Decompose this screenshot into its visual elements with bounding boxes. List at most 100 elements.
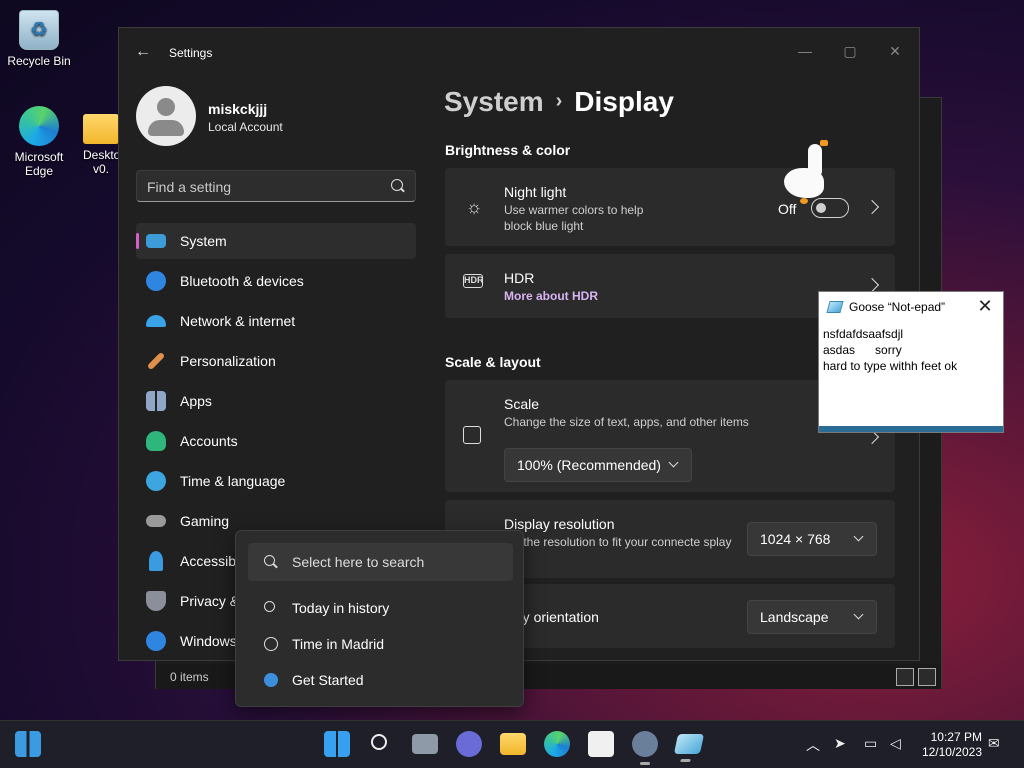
breadcrumb-separator: › bbox=[555, 90, 563, 112]
desktop-icon-edge[interactable]: Microsoft Edge bbox=[3, 106, 75, 178]
account-type: Local Account bbox=[208, 120, 283, 134]
desktop-icon-label: Microsoft Edge bbox=[14, 150, 64, 178]
orientation-dropdown[interactable]: Landscape bbox=[747, 600, 877, 634]
search-icon[interactable] bbox=[368, 731, 394, 757]
section-brightness-color: Brightness & color bbox=[445, 142, 571, 158]
brush-icon bbox=[146, 351, 166, 371]
edge-icon[interactable] bbox=[544, 731, 570, 757]
scale-icon bbox=[463, 426, 481, 444]
minimize-button[interactable]: — bbox=[790, 36, 820, 66]
search-icon bbox=[264, 555, 275, 566]
clock-date: 12/10/2023 bbox=[921, 745, 982, 759]
notepad-icon bbox=[826, 301, 844, 313]
edge-icon bbox=[19, 106, 59, 146]
window-title: Settings bbox=[169, 46, 213, 60]
wifi-icon bbox=[146, 315, 166, 327]
avatar[interactable] bbox=[136, 86, 196, 146]
close-icon[interactable]: ✕ bbox=[975, 296, 995, 316]
chat-icon[interactable] bbox=[456, 731, 482, 757]
taskbar: ︿ ➤ ▭ ◁ 10:27 PM 12/10/2023 ✉ bbox=[0, 720, 1024, 768]
close-button[interactable]: ✕ bbox=[880, 36, 910, 66]
search-input[interactable] bbox=[147, 177, 377, 197]
popup-item-today-history[interactable]: Today in history bbox=[248, 593, 513, 623]
title-bar: ← Settings — ▢ ✕ bbox=[119, 28, 919, 76]
widgets-icon[interactable] bbox=[15, 731, 41, 757]
notifications-icon[interactable]: ✉ bbox=[988, 735, 1000, 752]
back-arrow-icon[interactable]: ← bbox=[135, 43, 153, 61]
sidebar-item-label: Gaming bbox=[180, 513, 230, 529]
clock-time: 10:27 PM bbox=[930, 730, 982, 744]
breadcrumb: System › Display bbox=[444, 86, 674, 118]
details-view-button[interactable] bbox=[896, 668, 914, 686]
desktop-icon-label: Deskto v0. bbox=[83, 148, 121, 176]
folder-icon bbox=[83, 114, 119, 144]
store-icon[interactable] bbox=[588, 731, 614, 757]
settings-gear-icon[interactable] bbox=[632, 731, 658, 765]
goose-foot bbox=[800, 198, 808, 204]
notepad-text[interactable]: nsfdafdsaafsdjl asdas sorry hard to type… bbox=[823, 326, 957, 374]
sidebar-item-label: Time & language bbox=[180, 473, 286, 489]
desktop-icon-recycle-bin[interactable]: Recycle Bin bbox=[3, 10, 75, 68]
resolution-dropdown[interactable]: 1024 × 768 bbox=[747, 522, 877, 556]
bluetooth-icon bbox=[146, 271, 166, 291]
sidebar-item-label: System bbox=[180, 233, 227, 249]
file-explorer-icon[interactable] bbox=[500, 733, 526, 755]
notepad-icon[interactable] bbox=[673, 734, 705, 754]
scale-dropdown[interactable]: 100% (Recommended) bbox=[504, 448, 692, 482]
sidebar-item-label: Accounts bbox=[180, 433, 238, 449]
widget-search-popup: Select here to search Today in history T… bbox=[235, 530, 524, 707]
hdr-title: HDR bbox=[504, 270, 535, 286]
night-light-desc: Use warmer colors to help block blue lig… bbox=[504, 203, 644, 233]
desktop-goose[interactable] bbox=[784, 138, 830, 204]
sidebar-item-apps[interactable]: Apps bbox=[136, 383, 416, 419]
network-icon[interactable]: ▭ bbox=[864, 735, 877, 752]
breadcrumb-parent[interactable]: System bbox=[444, 86, 544, 117]
shield-icon bbox=[146, 591, 166, 611]
accounts-icon bbox=[146, 431, 166, 451]
sidebar-item-label: Network & internet bbox=[180, 313, 296, 329]
notepad-bottom-bar bbox=[819, 426, 1003, 432]
chevron-down-icon bbox=[668, 457, 679, 468]
task-view-icon[interactable] bbox=[412, 734, 438, 754]
page-title: Display bbox=[574, 86, 674, 117]
sidebar-item-personalization[interactable]: Personalization bbox=[136, 343, 416, 379]
scale-value: 100% (Recommended) bbox=[517, 457, 661, 473]
controller-icon bbox=[146, 515, 166, 527]
find-setting-search[interactable] bbox=[136, 170, 416, 202]
sidebar-item-label: Apps bbox=[180, 393, 212, 409]
sidebar-item-label: Bluetooth & devices bbox=[180, 273, 304, 289]
brightness-icon: ☼ bbox=[465, 197, 483, 217]
resolution-desc: ust the resolution to fit your connecte … bbox=[504, 535, 732, 549]
search-icon[interactable] bbox=[391, 179, 403, 191]
sidebar-item-label: Privacy & bbox=[180, 593, 240, 609]
maximize-button[interactable]: ▢ bbox=[835, 36, 865, 66]
notepad-title-bar[interactable]: Goose “Not-epad” ✕ bbox=[819, 292, 1003, 322]
sidebar-item-label: Windows bbox=[180, 633, 237, 649]
sidebar-item-bluetooth[interactable]: Bluetooth & devices bbox=[136, 263, 416, 299]
volume-muted-icon[interactable]: ◁ bbox=[890, 735, 901, 752]
send-icon[interactable]: ➤ bbox=[834, 735, 846, 752]
popup-search-box[interactable]: Select here to search bbox=[248, 543, 513, 581]
popup-item-label: Today in history bbox=[292, 600, 390, 616]
sidebar-item-accounts[interactable]: Accounts bbox=[136, 423, 416, 459]
apps-icon bbox=[146, 391, 166, 411]
system-icon bbox=[146, 234, 166, 248]
chevron-up-icon[interactable]: ︿ bbox=[806, 735, 820, 755]
sidebar-item-system[interactable]: System bbox=[136, 223, 416, 259]
goose-notepad-window[interactable]: Goose “Not-epad” ✕ nsfdafdsaafsdjl asdas… bbox=[818, 291, 1004, 433]
items-count: 0 items bbox=[170, 670, 209, 684]
night-light-title: Night light bbox=[504, 184, 567, 200]
start-icon[interactable] bbox=[324, 731, 350, 757]
scale-title: Scale bbox=[504, 396, 540, 412]
accessibility-icon bbox=[149, 551, 163, 571]
sidebar-item-network[interactable]: Network & internet bbox=[136, 303, 416, 339]
popup-item-get-started[interactable]: Get Started bbox=[248, 665, 513, 695]
popup-item-time-madrid[interactable]: Time in Madrid bbox=[248, 629, 513, 659]
tiles-view-button[interactable] bbox=[918, 668, 936, 686]
notepad-title: Goose “Not-epad” bbox=[849, 300, 946, 314]
system-clock[interactable]: 10:27 PM 12/10/2023 bbox=[920, 730, 982, 760]
hdr-more-link[interactable]: More about HDR bbox=[504, 289, 598, 303]
sidebar-item-time-language[interactable]: Time & language bbox=[136, 463, 416, 499]
get-started-icon bbox=[264, 673, 278, 687]
popup-item-label: Time in Madrid bbox=[292, 636, 385, 652]
